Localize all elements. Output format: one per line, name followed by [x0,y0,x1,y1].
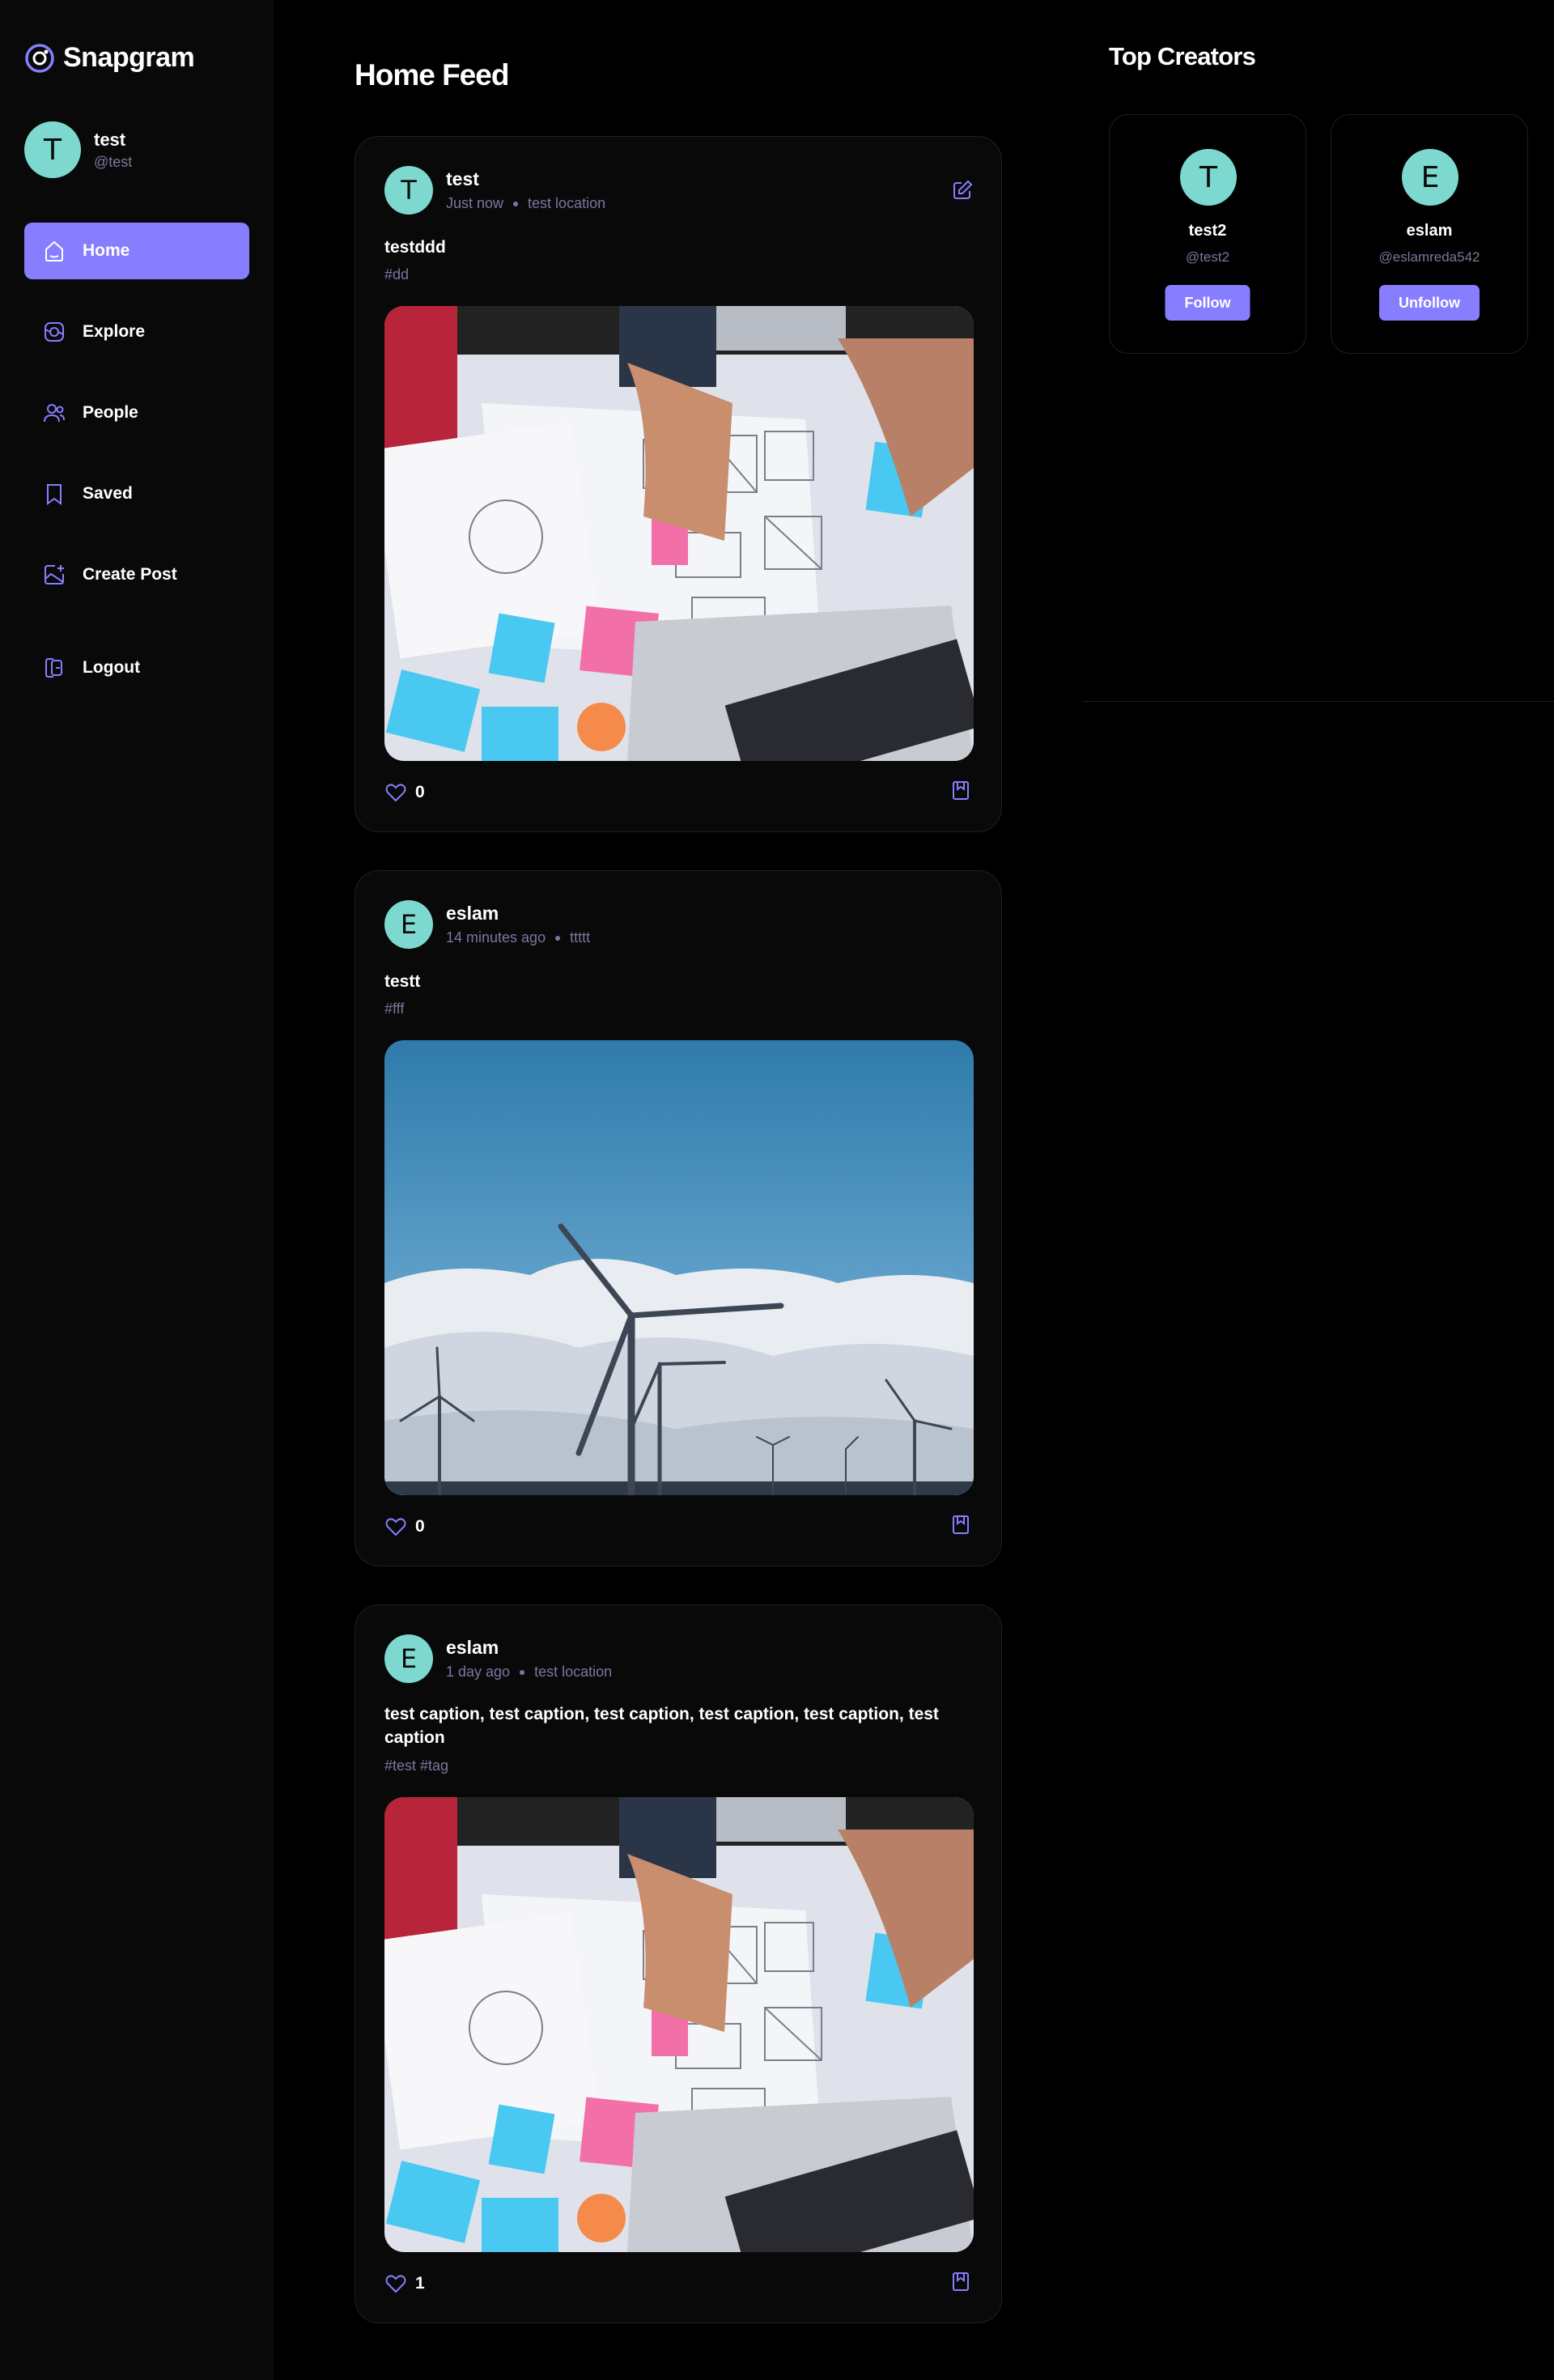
sidebar-item-label: Create Post [83,565,177,584]
sidebar-item-label: Home [83,241,130,260]
save-button[interactable] [949,2270,972,2297]
post-meta: Just now test location [446,195,605,212]
sidebar-item-label: Explore [83,322,146,341]
sidebar-item-people[interactable]: People [24,385,249,441]
creator-card[interactable]: E eslam @eslamreda542 Unfollow [1331,114,1528,354]
sidebar-item-saved[interactable]: Saved [24,465,249,522]
post-actions: 0 [384,779,972,805]
save-button[interactable] [949,779,972,805]
edit-icon[interactable] [951,179,974,202]
divider [1083,701,1554,702]
post-image[interactable] [384,1040,974,1495]
post-time: 14 minutes ago [446,929,546,946]
post-actions: 1 [384,2270,972,2297]
heart-icon [385,1517,406,1536]
bookmark-icon [47,484,62,505]
create-post-icon [45,565,64,584]
current-user-profile[interactable]: T test @test [24,121,132,178]
creator-handle: @test2 [1185,249,1230,265]
creator-name: test2 [1188,222,1227,240]
avatar: E [1402,149,1458,206]
page-title: Home Feed [355,58,509,91]
sidebar-item-label: Logout [83,658,141,677]
separator-dot [555,935,561,941]
top-creators-title: Top Creators [1109,42,1256,70]
bookmark-icon [953,781,969,800]
follow-button[interactable]: Follow [1165,285,1250,321]
post-location: test location [534,1664,613,1680]
post-time: Just now [446,195,504,211]
sidebar-nav: Home Explore People Saved Create Post Lo… [24,223,249,720]
post-image[interactable] [384,306,974,761]
sidebar-item-label: Saved [83,484,133,503]
sidebar-item-explore[interactable]: Explore [24,304,249,360]
post-tags[interactable]: #dd [384,266,409,283]
post-card: E eslam 1 day ago test location test cap… [355,1604,1002,2323]
post-caption: test caption, test caption, test caption… [384,1705,939,1747]
post-author[interactable]: eslam [446,903,590,924]
like-button[interactable]: 0 [384,781,425,804]
post-location: test location [528,195,606,211]
save-button[interactable] [949,1513,972,1540]
post-image[interactable] [384,1797,974,2252]
post-tags[interactable]: #fff [384,1001,404,1018]
like-count: 0 [415,1516,425,1536]
bookmark-icon [953,2272,969,2291]
avatar[interactable]: T [384,166,433,215]
post-meta: 1 day ago test location [446,1664,612,1681]
logout-button[interactable]: Logout [24,640,249,696]
explore-icon [45,322,64,342]
post-location: ttttt [570,929,591,946]
creator-card[interactable]: T test2 @test2 Follow [1109,114,1306,354]
post-author[interactable]: test [446,168,605,190]
creator-name: eslam [1406,222,1453,240]
post-caption: testddd [384,238,446,257]
post-caption: testt [384,972,421,991]
bookmark-icon [953,1515,969,1534]
logout-icon [45,658,62,678]
post-card: E eslam 14 minutes ago ttttt testt #fff … [355,870,1002,1566]
avatar[interactable]: E [384,1634,433,1683]
app-logo[interactable]: Snapgram [24,42,195,74]
heart-icon [385,2274,406,2293]
unfollow-button[interactable]: Unfollow [1379,285,1480,321]
profile-name: test [94,129,126,150]
separator-dot [520,1669,525,1675]
like-button[interactable]: 0 [384,1515,425,1538]
logo-icon [25,43,54,73]
post-header: T test Just now test location [384,166,605,215]
post-tags[interactable]: #test #tag [384,1757,448,1774]
avatar: T [24,121,81,178]
post-time: 1 day ago [446,1664,511,1680]
sidebar-item-label: People [83,403,138,422]
people-icon [44,404,65,423]
post-header: E eslam 1 day ago test location [384,1634,612,1683]
sidebar-item-home[interactable]: Home [24,223,249,279]
like-count: 0 [415,782,425,801]
separator-dot [513,201,519,206]
creator-handle: @eslamreda542 [1378,249,1480,265]
post-actions: 0 [384,1513,972,1540]
like-button[interactable]: 1 [384,2272,425,2295]
heart-icon [385,783,406,801]
post-meta: 14 minutes ago ttttt [446,929,590,946]
profile-handle: @test [94,153,133,170]
post-header: E eslam 14 minutes ago ttttt [384,900,590,949]
avatar: T [1180,149,1237,206]
avatar[interactable]: E [384,900,433,949]
post-author[interactable]: eslam [446,1637,612,1659]
sidebar-item-create-post[interactable]: Create Post [24,546,249,603]
post-card: T test Just now test location testddd #d… [355,136,1002,832]
home-icon [45,240,63,261]
like-count: 1 [415,2273,425,2293]
sidebar: Snapgram T test @test Home Explore Peopl… [0,0,274,2380]
app-name: Snapgram [63,42,195,73]
